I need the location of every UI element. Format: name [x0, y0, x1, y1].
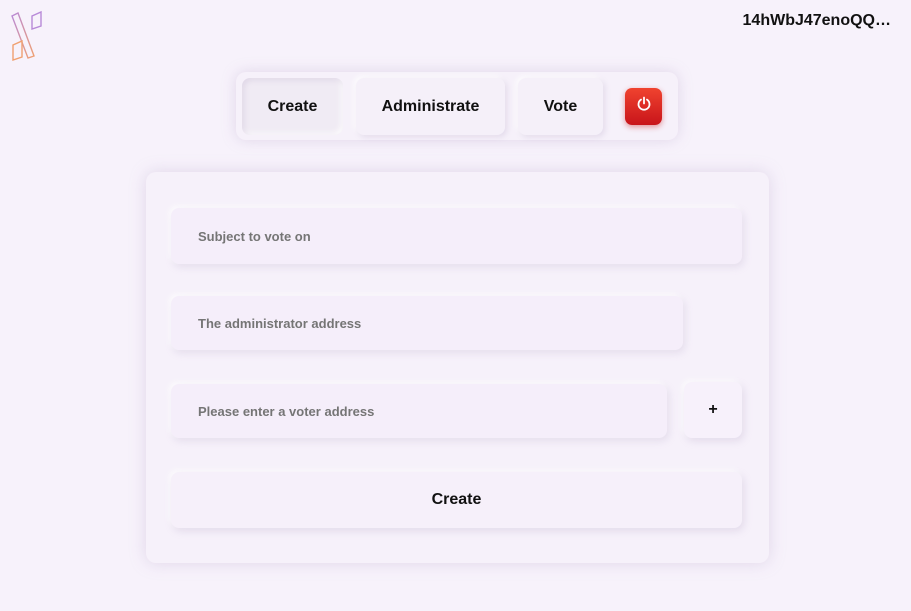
power-icon	[636, 96, 652, 117]
admin-field-wrapper	[171, 296, 683, 350]
main-nav: Create Administrate Vote	[236, 72, 678, 140]
tab-create[interactable]: Create	[242, 78, 343, 135]
app-page: 14hWbJ47enoQQ… Create Administrate Vote …	[0, 0, 911, 611]
subject-field-wrapper	[171, 208, 742, 264]
create-button[interactable]: Create	[171, 472, 742, 528]
add-voter-button[interactable]: +	[684, 382, 742, 438]
administrator-address-input[interactable]	[171, 296, 683, 350]
app-logo-icon[interactable]	[10, 10, 46, 64]
account-address[interactable]: 14hWbJ47enoQQ…	[743, 12, 891, 30]
subject-input[interactable]	[171, 208, 742, 264]
voter-address-input[interactable]	[171, 384, 667, 438]
create-vote-form: + Create	[146, 172, 769, 563]
voter-field-wrapper	[171, 384, 667, 438]
logout-button[interactable]	[625, 88, 662, 125]
tab-vote[interactable]: Vote	[518, 78, 603, 135]
tab-administrate[interactable]: Administrate	[356, 78, 505, 135]
